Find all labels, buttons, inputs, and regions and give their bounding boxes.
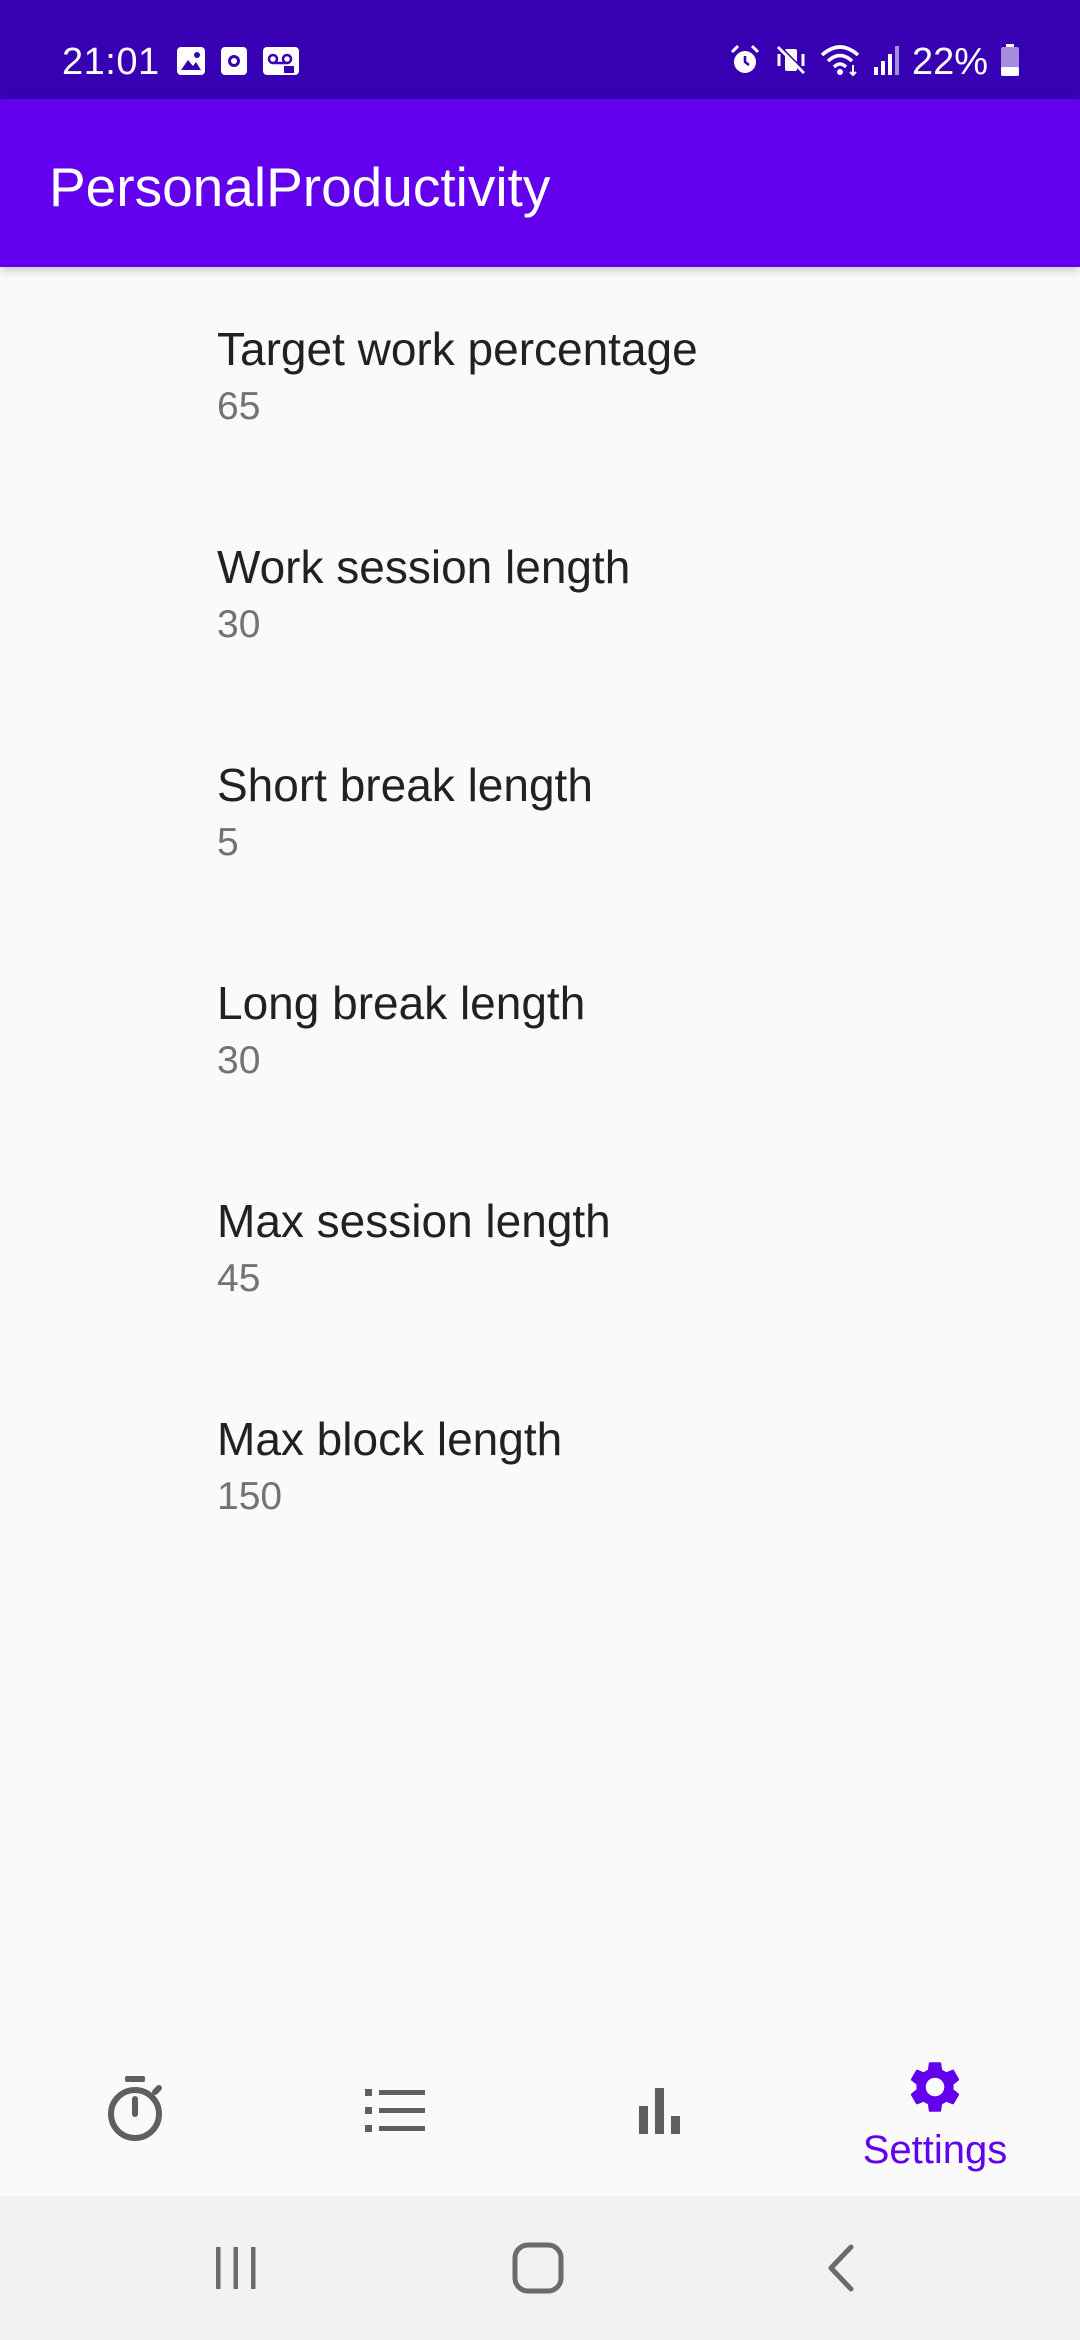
- alarm-icon: [728, 43, 762, 82]
- app-title: PersonalProductivity: [49, 156, 551, 218]
- app-bar: PersonalProductivity: [0, 99, 1080, 267]
- pref-value: 5: [217, 821, 239, 864]
- home-icon: [512, 2242, 564, 2294]
- signal-icon: [872, 43, 900, 82]
- pref-work-session-length[interactable]: Work session length 30: [0, 485, 1080, 703]
- recents-icon: [216, 2247, 256, 2289]
- bottom-navigation: Settings: [0, 2028, 1080, 2196]
- pref-title: Work session length: [217, 541, 631, 593]
- nav-item-timer[interactable]: [0, 2028, 270, 2196]
- nav-item-settings[interactable]: Settings: [800, 2028, 1070, 2196]
- pref-title: Short break length: [217, 759, 593, 811]
- pref-value: 65: [217, 385, 261, 428]
- nav-item-list[interactable]: [260, 2028, 530, 2196]
- battery-icon: [1000, 43, 1020, 82]
- voicemail-icon: [262, 46, 300, 81]
- pref-max-session-length[interactable]: Max session length 45: [0, 1139, 1080, 1357]
- screen: 21:01 22% PersonalProductivity Target wo…: [0, 0, 1080, 2340]
- recents-button[interactable]: [136, 2196, 336, 2340]
- back-button[interactable]: [740, 2196, 940, 2340]
- system-navigation-bar: [0, 2196, 1080, 2340]
- pref-title: Max session length: [217, 1195, 611, 1247]
- status-right-icons: 22%: [728, 38, 1020, 86]
- pref-target-work-percentage[interactable]: Target work percentage 65: [0, 267, 1080, 485]
- pref-title: Long break length: [217, 977, 586, 1029]
- image-icon: [176, 46, 206, 81]
- status-bar: 21:01 22%: [0, 0, 1080, 99]
- pref-long-break-length[interactable]: Long break length 30: [0, 921, 1080, 1139]
- nav-label-settings: Settings: [862, 2128, 1008, 2172]
- back-icon: [828, 2244, 854, 2292]
- wifi-icon: [820, 43, 860, 82]
- status-time: 21:01: [62, 41, 160, 83]
- settings-icon: [904, 2056, 966, 2123]
- nav-item-stats[interactable]: [525, 2028, 795, 2196]
- vibrate-off-icon: [774, 43, 808, 82]
- status-left-icons: [176, 46, 300, 81]
- pref-title: Target work percentage: [217, 323, 698, 375]
- pref-max-block-length[interactable]: Max block length 150: [0, 1357, 1080, 1575]
- bar-chart-icon: [637, 2086, 683, 2141]
- pref-value: 150: [217, 1475, 283, 1518]
- pref-short-break-length[interactable]: Short break length 5: [0, 703, 1080, 921]
- pref-value: 30: [217, 1039, 261, 1082]
- preferences-list: Target work percentage 65 Work session l…: [0, 267, 1080, 1575]
- list-icon: [365, 2086, 425, 2141]
- pref-value: 45: [217, 1257, 261, 1300]
- home-button[interactable]: [438, 2196, 638, 2340]
- screen-record-icon: [220, 46, 248, 81]
- battery-percentage: 22%: [911, 41, 988, 83]
- pref-title: Max block length: [217, 1413, 563, 1465]
- pref-value: 30: [217, 603, 261, 646]
- timer-icon: [103, 2074, 167, 2151]
